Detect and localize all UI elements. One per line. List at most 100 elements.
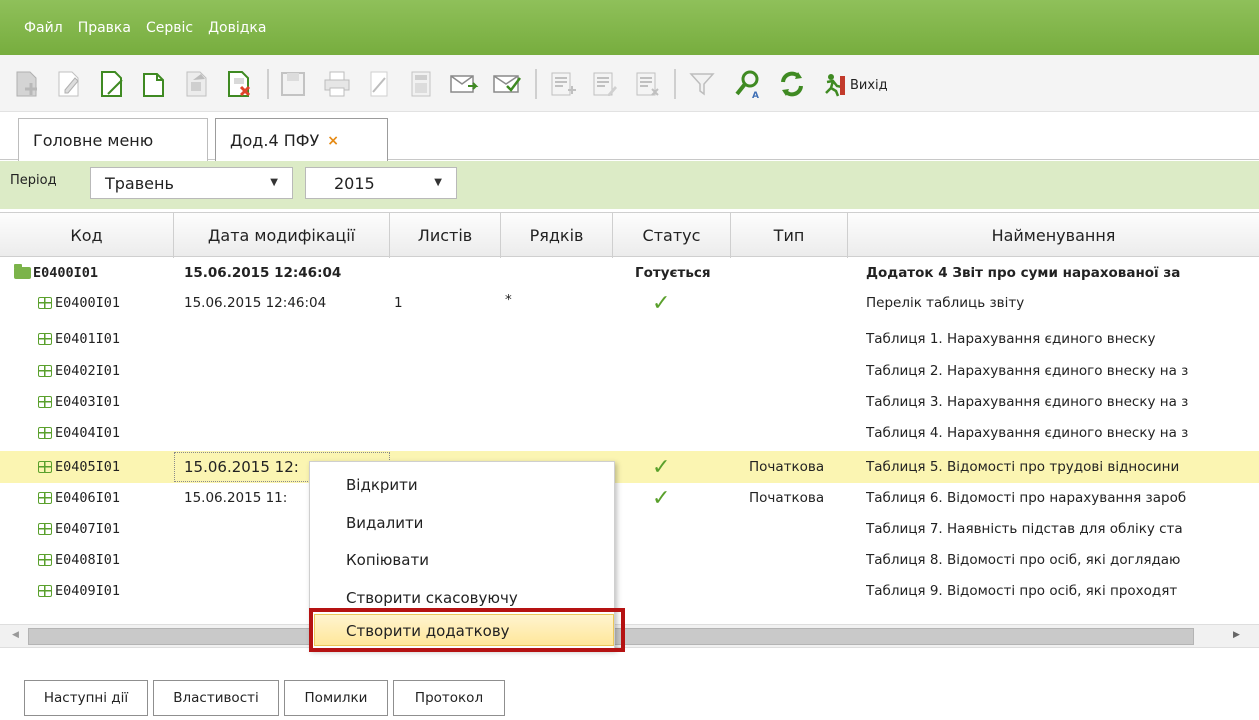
- table-row[interactable]: E0402I01 Таблиця 2. Нарахування єдиного …: [0, 356, 1259, 386]
- cell-name: Таблиця 6. Відомості про нарахування зар…: [866, 490, 1187, 506]
- cell-type: Початкова: [749, 459, 825, 475]
- tab-protocol[interactable]: Протокол: [393, 680, 505, 716]
- cell-sheets: 1: [394, 295, 403, 311]
- cell-name: Таблиця 9. Відомості про осіб, які прохо…: [866, 583, 1178, 599]
- cell-code: E0405I01: [55, 459, 121, 475]
- cell-name: Перелік таблиць звіту: [866, 295, 1025, 311]
- tab-main-menu[interactable]: Головне меню: [18, 118, 208, 161]
- table-row[interactable]: E0401I01 Таблиця 1. Нарахування єдиного …: [0, 324, 1259, 354]
- cell-code: E0401I01: [55, 331, 121, 347]
- filter-icon[interactable]: [685, 67, 719, 101]
- cell-code: E0400I01: [55, 295, 121, 311]
- column-code[interactable]: Код: [0, 213, 174, 258]
- cell-code: E0402I01: [55, 363, 121, 379]
- menu-service[interactable]: Сервіс: [146, 20, 193, 36]
- cell-name: Додаток 4 Звіт про суми нарахованої за: [866, 265, 1181, 281]
- list-delete-icon[interactable]: [630, 67, 664, 101]
- table-icon: [38, 333, 52, 345]
- table-icon: [38, 297, 52, 309]
- refresh-icon[interactable]: [775, 67, 809, 101]
- column-type[interactable]: Тип: [731, 213, 848, 258]
- sign-icon[interactable]: [362, 67, 396, 101]
- cell-date: 15.06.2015 12:: [184, 458, 299, 476]
- table-row[interactable]: E0408I01 Таблиця 8. Відомості про осіб, …: [0, 545, 1259, 575]
- column-sheets[interactable]: Листів: [390, 213, 501, 258]
- exit-icon: [825, 74, 845, 97]
- table-icon: [38, 396, 52, 408]
- scroll-right-icon[interactable]: ▶: [1233, 630, 1240, 640]
- list-add-icon[interactable]: [545, 67, 579, 101]
- period-filter: Період Травень ▼ 2015 ▼: [0, 161, 1259, 209]
- table-icon: [38, 554, 52, 566]
- toolbar-separator: [674, 69, 676, 99]
- cell-code: E0408I01: [55, 552, 121, 568]
- menu-item-create-cancelling[interactable]: Створити скасовуючу: [346, 589, 518, 607]
- doc-edit-icon[interactable]: [52, 67, 86, 101]
- doc-print-preview-icon[interactable]: [180, 67, 214, 101]
- chevron-down-icon: ▼: [434, 177, 442, 188]
- toolbar-separator: [267, 69, 269, 99]
- horizontal-scrollbar[interactable]: ◀ ▶: [0, 624, 1259, 648]
- column-rows[interactable]: Рядків: [501, 213, 613, 258]
- print-icon[interactable]: [320, 67, 354, 101]
- calculator-icon[interactable]: [404, 67, 438, 101]
- table-row[interactable]: E0407I01 Таблиця 7. Наявність підстав дл…: [0, 514, 1259, 544]
- exit-label: Вихід: [850, 77, 888, 93]
- menu-edit[interactable]: Правка: [78, 20, 131, 36]
- column-modified-date[interactable]: Дата модифікації: [174, 213, 390, 258]
- table-icon: [38, 427, 52, 439]
- check-icon: ✓: [652, 485, 671, 511]
- menu-item-open[interactable]: Відкрити: [346, 476, 418, 494]
- table-icon: [38, 523, 52, 535]
- tab-dod4-pfu[interactable]: Дод.4 ПФУ ×: [215, 118, 388, 162]
- cell-name: Таблиця 7. Наявність підстав для обліку …: [866, 521, 1183, 537]
- doc-new-icon[interactable]: [10, 67, 44, 101]
- cell-code: E0400I01: [33, 265, 99, 281]
- cell-name: Таблиця 3. Нарахування єдиного внеску на…: [866, 394, 1189, 410]
- menu-file[interactable]: Файл: [24, 20, 63, 36]
- tab-properties[interactable]: Властивості: [153, 680, 279, 716]
- table-row[interactable]: E0400I01 15.06.2015 12:46:04 1 * ✓ Перел…: [0, 288, 1259, 318]
- cell-rows: *: [505, 292, 512, 308]
- menu-item-delete[interactable]: Видалити: [346, 514, 423, 532]
- tab-label: Головне меню: [33, 130, 154, 150]
- year-value: 2015: [334, 173, 375, 193]
- search-user-icon[interactable]: A: [731, 67, 765, 101]
- cell-name: Таблиця 8. Відомості про осіб, які догля…: [866, 552, 1181, 568]
- column-status[interactable]: Статус: [613, 213, 731, 258]
- table-icon: [38, 492, 52, 504]
- exit-button[interactable]: Вихід: [822, 73, 888, 97]
- table-row[interactable]: E0406I01 15.06.2015 11: ✓ Початкова Табл…: [0, 483, 1259, 513]
- month-value: Травень: [105, 173, 174, 193]
- tab-next-actions[interactable]: Наступні дії: [24, 680, 148, 716]
- tab-bar: Головне меню Дод.4 ПФУ ×: [0, 112, 1259, 162]
- table-row[interactable]: E0404I01 Таблиця 4. Нарахування єдиного …: [0, 418, 1259, 448]
- save-icon[interactable]: [276, 67, 310, 101]
- doc-copy-icon[interactable]: [137, 67, 171, 101]
- send-mail-icon[interactable]: [447, 67, 481, 101]
- year-select[interactable]: 2015 ▼: [305, 167, 457, 199]
- table-row[interactable]: E0409I01 Таблиця 9. Відомості про осіб, …: [0, 576, 1259, 606]
- table-row[interactable]: E0403I01 Таблиця 3. Нарахування єдиного …: [0, 387, 1259, 417]
- cell-code: E0407I01: [55, 521, 121, 537]
- table-row-selected[interactable]: E0405I01 15.06.2015 12: ✓ Початкова Табл…: [0, 451, 1259, 483]
- tab-errors[interactable]: Помилки: [284, 680, 388, 716]
- cell-code: E0404I01: [55, 425, 121, 441]
- list-edit-icon[interactable]: [587, 67, 621, 101]
- chevron-down-icon: ▼: [270, 177, 278, 188]
- toolbar-separator: [535, 69, 537, 99]
- scroll-left-icon[interactable]: ◀: [12, 630, 19, 640]
- menu-item-copy[interactable]: Копіювати: [346, 551, 429, 569]
- cell-name: Таблиця 4. Нарахування єдиного внеску на…: [866, 425, 1189, 441]
- receive-mail-icon[interactable]: [490, 67, 524, 101]
- table-row[interactable]: E0400I01 15.06.2015 12:46:04 Готується Д…: [0, 258, 1259, 288]
- month-select[interactable]: Травень ▼: [90, 167, 293, 199]
- doc-delete-icon[interactable]: [222, 67, 256, 101]
- menu-bar: Файл Правка Сервіс Довідка: [0, 0, 1259, 55]
- doc-open-icon[interactable]: [95, 67, 129, 101]
- column-name[interactable]: Найменування: [848, 213, 1259, 258]
- toolbar: A Вихід: [0, 55, 1259, 112]
- menu-help[interactable]: Довідка: [208, 20, 266, 36]
- close-tab-icon[interactable]: ×: [327, 133, 339, 149]
- cell-code: E0403I01: [55, 394, 121, 410]
